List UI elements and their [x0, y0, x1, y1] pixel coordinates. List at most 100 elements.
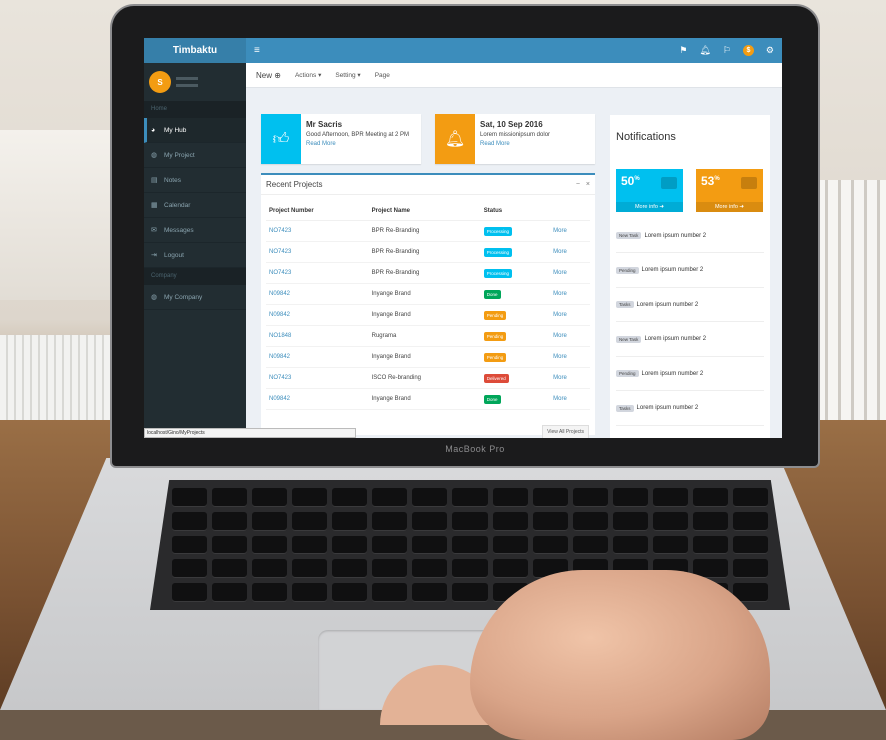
read-more-link[interactable]: Read More [306, 141, 409, 147]
more-link[interactable]: More [550, 283, 590, 305]
keyboard-key [172, 511, 208, 531]
close-icon[interactable]: × [586, 181, 590, 188]
keyboard-key [212, 559, 248, 579]
actions-menu[interactable]: Actions ▾ [295, 71, 321, 79]
keyboard-key [452, 559, 488, 579]
keyboard-key [452, 511, 488, 531]
notification-item[interactable]: Pending Lorem ipsum number 2 [616, 254, 764, 288]
project-number-link[interactable]: N09842 [266, 388, 369, 410]
keyboard-key [332, 535, 368, 555]
gear-icon[interactable]: ⚙ [766, 45, 774, 56]
notification-item[interactable]: New Task Lorem ipsum number 2 [616, 323, 764, 357]
notification-text: Lorem ipsum number 2 [644, 336, 707, 342]
project-number-link[interactable]: N09842 [266, 304, 369, 326]
collapse-icon[interactable]: − [576, 181, 580, 188]
more-link[interactable]: More [550, 241, 590, 263]
project-number-link[interactable]: N09842 [266, 346, 369, 368]
keyboard-key [412, 488, 448, 507]
status-badge: Processing [483, 268, 513, 278]
flag-icon[interactable]: ⚐ [723, 45, 731, 56]
thumbs-up-icon: 👍︎ [261, 114, 301, 164]
notification-item[interactable]: New Task Lorem ipsum number 2 [616, 219, 764, 253]
sidebar-item-notes[interactable]: ▤ Notes [144, 168, 246, 193]
more-link[interactable]: More [550, 304, 590, 326]
more-link[interactable]: More [550, 262, 590, 284]
sidebar-item-label: Notes [164, 176, 181, 184]
app-logo[interactable]: Timbaktu [144, 38, 246, 63]
project-number-link[interactable]: NO7423 [266, 241, 369, 263]
page-menu[interactable]: Page [375, 72, 390, 79]
keyboard-key [572, 511, 608, 531]
setting-menu[interactable]: Setting ▾ [335, 71, 360, 79]
sidebar-item-my-hub[interactable]: ◕ My Hub [144, 118, 246, 143]
globe-icon: ◍ [151, 294, 158, 301]
notification-item[interactable]: Pending Lorem ipsum number 2 [616, 357, 764, 391]
main-content: New ⊕ Actions ▾ Setting ▾ Page 👍︎ Mr Sac… [246, 63, 782, 438]
keyboard-key [212, 535, 248, 555]
sidebar-item-messages[interactable]: ✉ Messages [144, 218, 246, 243]
keyboard-key [692, 535, 728, 555]
stat-box: 50% More info ➜ [616, 169, 683, 212]
table-row[interactable]: NO7423 ISCO Re-branding Delivered More [266, 367, 590, 389]
column-header: Status [480, 205, 551, 221]
status-badge: Processing [483, 247, 513, 257]
project-number-link[interactable]: NO1848 [266, 325, 369, 347]
greeting-card: 👍︎ Mr Sacris Good Afternoon, BPR Meeting… [261, 114, 421, 164]
project-number-link[interactable]: NO7423 [266, 262, 369, 284]
table-row[interactable]: NO7423 BPR Re-Branding Processing More [266, 241, 590, 263]
keyboard-key [212, 511, 248, 531]
keyboard-key [412, 583, 448, 602]
sidebar-item-label: My Company [164, 293, 203, 301]
logout-icon: ⇥ [151, 252, 157, 259]
messages-icon: ✉ [151, 227, 157, 234]
keyboard-key [252, 583, 288, 602]
status-badge: Pending [483, 352, 507, 362]
briefcase-icon [661, 177, 677, 189]
coin-icon[interactable]: $ [742, 45, 754, 56]
sidebar-item-my-company[interactable]: ◍ My Company [144, 285, 246, 310]
project-number-link[interactable]: NO7423 [266, 367, 369, 389]
sidebar-item-my-project[interactable]: ◍ My Project [144, 143, 246, 168]
project-name: BPR Re-Branding [368, 262, 481, 284]
notification-text: Lorem ipsum number 2 [641, 370, 704, 377]
more-link[interactable]: More [550, 367, 590, 389]
table-row[interactable]: N09842 Inyange Brand Done More [266, 388, 590, 410]
keyboard-key [332, 583, 368, 602]
panel-title: Notifications [616, 131, 676, 143]
keyboard-key [372, 583, 408, 602]
keyboard-key [532, 488, 568, 507]
more-link[interactable]: More [550, 325, 590, 347]
more-link[interactable]: More [550, 220, 590, 242]
more-link[interactable]: More [550, 388, 590, 410]
more-link[interactable]: More [550, 346, 590, 368]
project-number-link[interactable]: N09842 [266, 283, 369, 305]
project-number-link[interactable]: NO7423 [266, 220, 369, 242]
keyboard-key [172, 535, 208, 555]
read-more-link[interactable]: Read More [480, 141, 550, 147]
table-row[interactable]: NO7423 BPR Re-Branding Processing More [266, 262, 590, 284]
project-name: BPR Re-Branding [368, 241, 481, 263]
new-menu[interactable]: New ⊕ [256, 71, 281, 80]
view-all-projects-button[interactable]: View All Projects [542, 425, 589, 438]
sidebar-item-logout[interactable]: ⇥ Logout [144, 243, 246, 268]
notification-item[interactable]: Tasks Lorem ipsum number 2 [616, 288, 764, 322]
keyboard-key [732, 535, 768, 555]
keyboard-key [692, 511, 728, 531]
sidebar-toggle-icon[interactable]: ≡ [254, 45, 260, 56]
table-row[interactable]: N09842 Inyange Brand Pending More [266, 346, 590, 368]
more-info-link[interactable]: More info ➜ [696, 202, 763, 212]
flag-icon[interactable]: ⚑ [679, 45, 687, 56]
sidebar-item-calendar[interactable]: ▦ Calendar [144, 193, 246, 218]
table-row[interactable]: N09842 Inyange Brand Pending More [266, 304, 590, 326]
notification-item[interactable]: Tasks Lorem ipsum number 2 [616, 392, 764, 426]
sidebar-item-label: Messages [164, 226, 194, 234]
table-row[interactable]: NO7423 BPR Re-Branding Processing More [266, 220, 590, 242]
avatar[interactable]: S [149, 71, 171, 93]
user-panel: S [144, 63, 246, 101]
bell-icon[interactable]: 🔔︎ [699, 45, 710, 56]
project-name: Inyange Brand [368, 346, 481, 368]
project-name: Rugrama [368, 325, 481, 347]
table-row[interactable]: NO1848 Rugrama Pending More [266, 325, 590, 347]
more-info-link[interactable]: More info ➜ [616, 202, 683, 212]
table-row[interactable]: N09842 Inyange Brand Done More [266, 283, 590, 305]
